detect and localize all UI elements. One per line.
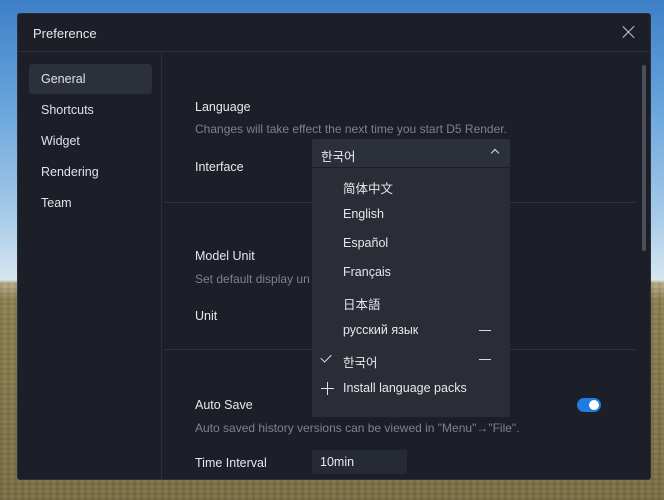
titlebar: Preference <box>18 14 650 52</box>
sidebar-item-widget[interactable]: Widget <box>29 126 152 156</box>
time-interval-input[interactable]: 10min <box>312 450 407 474</box>
language-title: Language <box>195 100 251 114</box>
sidebar-item-shortcuts[interactable]: Shortcuts <box>29 95 152 125</box>
option-label: русский язык <box>343 323 418 337</box>
option-label: 日本語 <box>343 294 381 313</box>
check-icon <box>320 351 331 362</box>
preference-dialog: Preference General Shortcuts Widget Rend… <box>17 13 651 480</box>
auto-save-desc: Auto saved history versions can be viewe… <box>195 421 520 435</box>
language-desc: Changes will take effect the next time y… <box>195 122 507 136</box>
sidebar-item-rendering[interactable]: Rendering <box>29 157 152 187</box>
minus-icon[interactable] <box>479 330 491 331</box>
minus-icon[interactable] <box>479 359 491 360</box>
interface-selected-value: 한국어 <box>321 146 356 165</box>
language-option-ko[interactable]: 한국어 <box>312 345 510 374</box>
model-unit-title: Model Unit <box>195 249 255 263</box>
language-option-fr[interactable]: Français <box>312 258 510 287</box>
option-label: English <box>343 207 384 221</box>
plus-icon <box>321 382 334 395</box>
install-language-packs-item[interactable]: Install language packs <box>312 374 510 403</box>
auto-save-title: Auto Save <box>195 398 253 412</box>
language-option-ru[interactable]: русский язык <box>312 316 510 345</box>
scrollbar-thumb[interactable] <box>642 65 646 251</box>
close-icon[interactable] <box>622 25 636 39</box>
model-unit-desc: Set default display un <box>195 272 310 286</box>
sidebar-item-general[interactable]: General <box>29 64 152 94</box>
language-option-zh[interactable]: 简体中文 <box>312 171 510 200</box>
option-label: 한국어 <box>343 352 378 371</box>
interface-select[interactable]: 한국어 <box>312 139 510 167</box>
toggle-knob <box>589 400 599 410</box>
option-label: Français <box>343 265 391 279</box>
settings-content: Language Changes will take effect the ne… <box>163 52 650 479</box>
option-label: Install language packs <box>343 381 467 395</box>
language-dropdown: 简体中文 English Español Français 日本語 русски… <box>312 168 510 417</box>
unit-label: Unit <box>195 309 217 323</box>
option-label: 简体中文 <box>343 178 393 197</box>
interface-label: Interface <box>195 160 244 174</box>
dialog-title: Preference <box>33 26 97 41</box>
language-option-ja[interactable]: 日本語 <box>312 287 510 316</box>
time-interval-label: Time Interval <box>195 456 267 470</box>
sidebar-item-team[interactable]: Team <box>29 188 152 218</box>
option-label: Español <box>343 236 388 250</box>
time-interval-value: 10min <box>320 455 354 469</box>
language-option-es[interactable]: Español <box>312 229 510 258</box>
language-option-en[interactable]: English <box>312 200 510 229</box>
chevron-up-icon <box>491 149 499 157</box>
auto-save-toggle[interactable] <box>577 398 601 412</box>
sidebar: General Shortcuts Widget Rendering Team <box>18 52 162 479</box>
